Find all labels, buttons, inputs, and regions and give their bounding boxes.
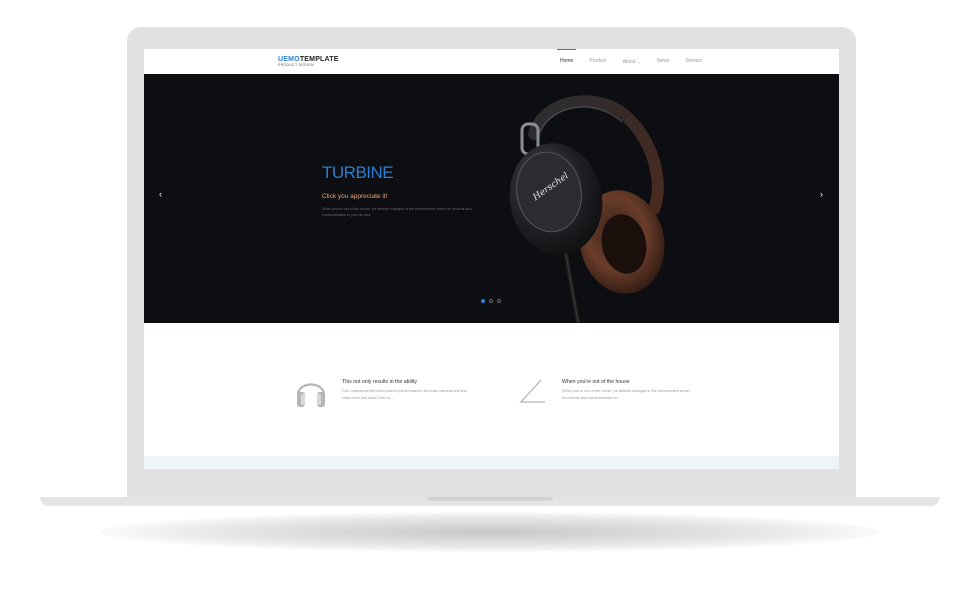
laptop-shadow (100, 512, 880, 552)
feature-description: Four independently driven touch points b… (342, 389, 467, 400)
angle-icon (519, 379, 545, 403)
nav-item-label: News (657, 58, 670, 64)
navbar: UEMOTEMPLATE PRODUCT DESIGN Home Product… (144, 49, 839, 74)
nav-item-label: About (622, 59, 636, 65)
hero-slider: TURBINE Click you appreciate it! When yo… (144, 74, 839, 323)
nav-item-label: Service (685, 58, 703, 64)
site-logo[interactable]: UEMOTEMPLATE PRODUCT DESIGN (278, 56, 339, 67)
nav-item-product[interactable]: Product (581, 49, 614, 74)
nav-item-home[interactable]: Home (552, 49, 581, 74)
chevron-down-icon: ⌄ (637, 59, 642, 64)
chevron-right-icon[interactable]: › (820, 189, 823, 199)
hero-title: TURBINE (322, 163, 394, 182)
logo-wordmark: UEMOTEMPLATE (278, 56, 339, 63)
slider-pagination (481, 299, 501, 303)
slider-dot[interactable] (481, 299, 485, 303)
hero-description: When you're out of the house, he detects… (322, 207, 472, 217)
headphones-icon (296, 383, 326, 407)
nav-item-service[interactable]: Service (678, 49, 711, 74)
nav-item-label: Home (560, 58, 574, 64)
feature-title: When you're out of the house (562, 379, 630, 385)
headphones-product-image: Herschel (509, 95, 665, 323)
logo-tagline: PRODUCT DESIGN (278, 63, 314, 67)
logo-accent-text: UEMO (278, 56, 300, 63)
logo-main-text: TEMPLATE (299, 56, 339, 63)
laptop-screen: UEMOTEMPLATE PRODUCT DESIGN Home Product… (144, 49, 839, 469)
hero-subtitle: Click you appreciate it! (322, 193, 388, 200)
feature-description: When you're out of the house, he detects… (562, 389, 690, 400)
slider-dot[interactable] (489, 299, 493, 303)
laptop-notch (427, 497, 553, 501)
chevron-left-icon[interactable]: ‹ (159, 189, 162, 199)
nav-item-label: Product (589, 58, 607, 64)
feature-title: This not only results in the ability (342, 379, 417, 385)
nav-item-news[interactable]: News (649, 49, 678, 74)
nav-item-about[interactable]: About ⌄ (615, 49, 649, 74)
section-divider-band (144, 456, 839, 469)
slider-dot[interactable] (497, 299, 501, 303)
main-menu: Home Product About ⌄ News Service (552, 49, 710, 74)
